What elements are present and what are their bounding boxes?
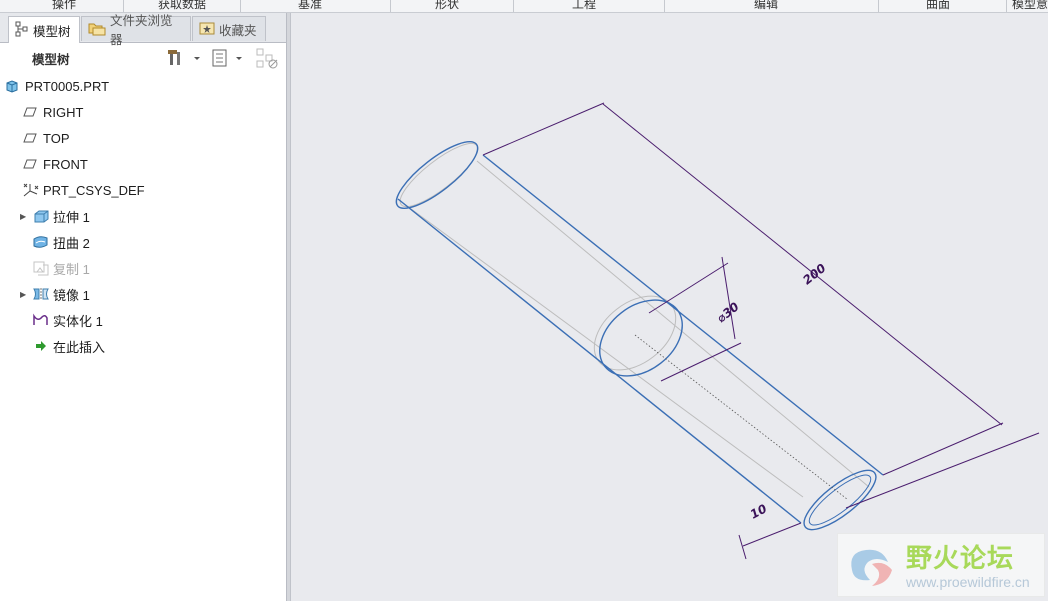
tube-hidden-edges (399, 142, 870, 498)
watermark-url: www.proewildfire.cn (906, 574, 1030, 590)
tree-item-label: 实体化 1 (53, 313, 103, 329)
copy-icon (32, 260, 50, 276)
graphics-viewport[interactable]: 200 ⌀30 10 (291, 13, 1048, 601)
insert-here-arrow-icon (32, 338, 50, 354)
tree-item-top-plane[interactable]: TOP (22, 127, 70, 149)
length-dimension-label[interactable]: 200 (800, 261, 828, 287)
tree-item-label: PRT0005.PRT (25, 78, 110, 94)
watermark-logo-icon (842, 540, 900, 596)
diameter-dimension-label[interactable]: ⌀30 (714, 300, 741, 326)
ribbon-group-surfaces[interactable]: 曲面 (926, 0, 950, 11)
warp-icon (32, 234, 50, 250)
expand-arrow-icon[interactable]: ▶ (20, 212, 32, 221)
tree-item-extrude[interactable]: ▶ 拉伸 1 (20, 205, 90, 227)
tree-item-label: RIGHT (43, 104, 84, 120)
tree-item-mirror[interactable]: ▶ 镜像 1 (20, 283, 90, 305)
tree-item-label: 镜像 1 (53, 287, 90, 303)
ribbon-group-shapes[interactable]: 形状 (435, 0, 459, 11)
navigator-panel: 模型树 文件夹浏览器 收藏夹 模型树 PRT0005.PRT RIGHT TOP… (0, 13, 287, 601)
model-tree-icon (15, 21, 29, 40)
tree-item-label: 复制 1 (53, 261, 90, 277)
tab-model-tree[interactable]: 模型树 (8, 16, 80, 43)
navigator-tab-bar: 模型树 文件夹浏览器 收藏夹 (0, 13, 286, 47)
tree-item-coordinate-system[interactable]: PRT_CSYS_DEF (22, 179, 145, 201)
offset-dimension-label[interactable]: 10 (748, 501, 769, 521)
ribbon-separator (240, 0, 241, 12)
ribbon-separator (664, 0, 665, 12)
datum-plane-icon (22, 156, 40, 172)
folder-browser-icon (88, 20, 106, 39)
ribbon-group-editing[interactable]: 编辑 (754, 0, 778, 11)
tab-folder-browser[interactable]: 文件夹浏览器 (81, 13, 191, 47)
datum-plane-icon (22, 130, 40, 146)
tab-label: 收藏夹 (219, 22, 257, 38)
model-graphics[interactable]: 200 ⌀30 10 (291, 13, 1048, 601)
tree-item-right-plane[interactable]: RIGHT (22, 101, 83, 123)
ribbon-separator (878, 0, 879, 12)
tree-item-label: PRT_CSYS_DEF (43, 182, 145, 198)
ribbon-group-operations[interactable]: 操作 (52, 0, 76, 11)
tree-item-label: TOP (43, 130, 70, 146)
ribbon-separator (513, 0, 514, 12)
tree-root-part[interactable]: PRT0005.PRT (4, 75, 109, 97)
tree-item-solidify[interactable]: 实体化 1 (32, 309, 103, 331)
mirror-icon (32, 286, 50, 302)
forum-watermark: 野火论坛 www.proewildfire.cn (837, 533, 1045, 597)
tree-item-warp[interactable]: 扭曲 2 (32, 231, 90, 253)
ribbon-separator (390, 0, 391, 12)
extrude-icon (32, 208, 50, 224)
datum-plane-icon (22, 104, 40, 120)
tree-item-insert-here[interactable]: 在此插入 (32, 335, 105, 357)
filter-hide-icon[interactable] (256, 48, 280, 74)
ribbon-group-engineering[interactable]: 工程 (572, 0, 596, 11)
solidify-icon (32, 312, 50, 328)
part-icon (4, 78, 22, 94)
settings-tools-icon[interactable] (168, 48, 202, 72)
ribbon-group-datum[interactable]: 基准 (298, 0, 322, 11)
tree-item-copy[interactable]: 复制 1 (32, 257, 90, 279)
watermark-title: 野火论坛 (906, 544, 1015, 574)
tree-item-label: FRONT (43, 156, 88, 172)
model-tree-header: 模型树 (0, 43, 286, 71)
tree-item-label: 拉伸 1 (53, 209, 90, 225)
coordinate-system-icon (22, 182, 40, 198)
ribbon-group-model-intent[interactable]: 模型意 (1012, 0, 1048, 11)
tree-item-label: 在此插入 (53, 339, 106, 355)
tree-item-front-plane[interactable]: FRONT (22, 153, 88, 175)
model-tree-title: 模型树 (32, 52, 70, 67)
tab-favorites[interactable]: 收藏夹 (192, 16, 266, 41)
show-menu-icon[interactable] (211, 48, 247, 72)
ribbon-separator (1006, 0, 1007, 12)
expand-arrow-icon[interactable]: ▶ (20, 290, 32, 299)
tree-item-label: 扭曲 2 (53, 235, 90, 251)
tab-label: 模型树 (33, 23, 71, 39)
favorites-icon (199, 21, 215, 38)
